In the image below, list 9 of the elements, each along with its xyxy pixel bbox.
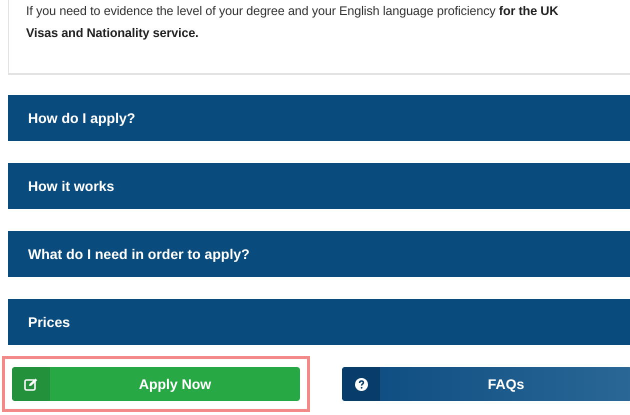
accordion-header[interactable]: How it works (8, 163, 630, 209)
intro-text: Visas and Nationality service. (26, 25, 200, 42)
accordion-header[interactable]: Prices (8, 299, 630, 345)
edit-icon (24, 378, 38, 390)
intro-text: If you need to evidence the level of your degree and your English language proficiency for the UK (26, 3, 560, 20)
faqs-button[interactable]: FAQs (342, 367, 630, 401)
help-icon (354, 378, 368, 390)
accordion-header[interactable]: How do I apply? (8, 95, 630, 141)
accordion-header[interactable]: What do I need in order to apply? (8, 231, 630, 277)
